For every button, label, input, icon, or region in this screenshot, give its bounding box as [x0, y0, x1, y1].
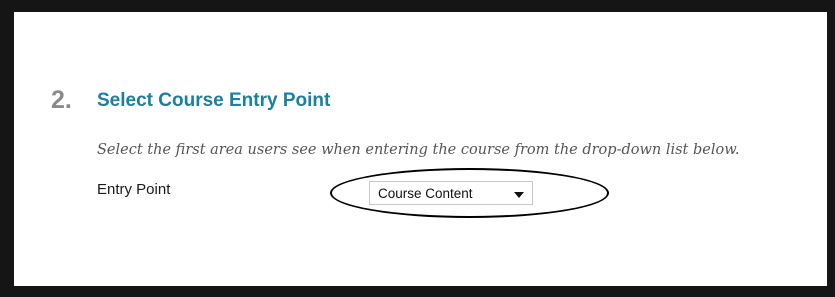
entry-point-select[interactable]: Course Content: [369, 181, 533, 205]
instructions-text: Select the first area users see when ent…: [97, 142, 740, 158]
entry-point-selected-value: Course Content: [378, 186, 473, 201]
entry-point-label: Entry Point: [97, 181, 171, 198]
chevron-down-icon: [514, 192, 524, 198]
step-number: 2.: [51, 86, 72, 114]
section-title: Select Course Entry Point: [97, 90, 331, 111]
